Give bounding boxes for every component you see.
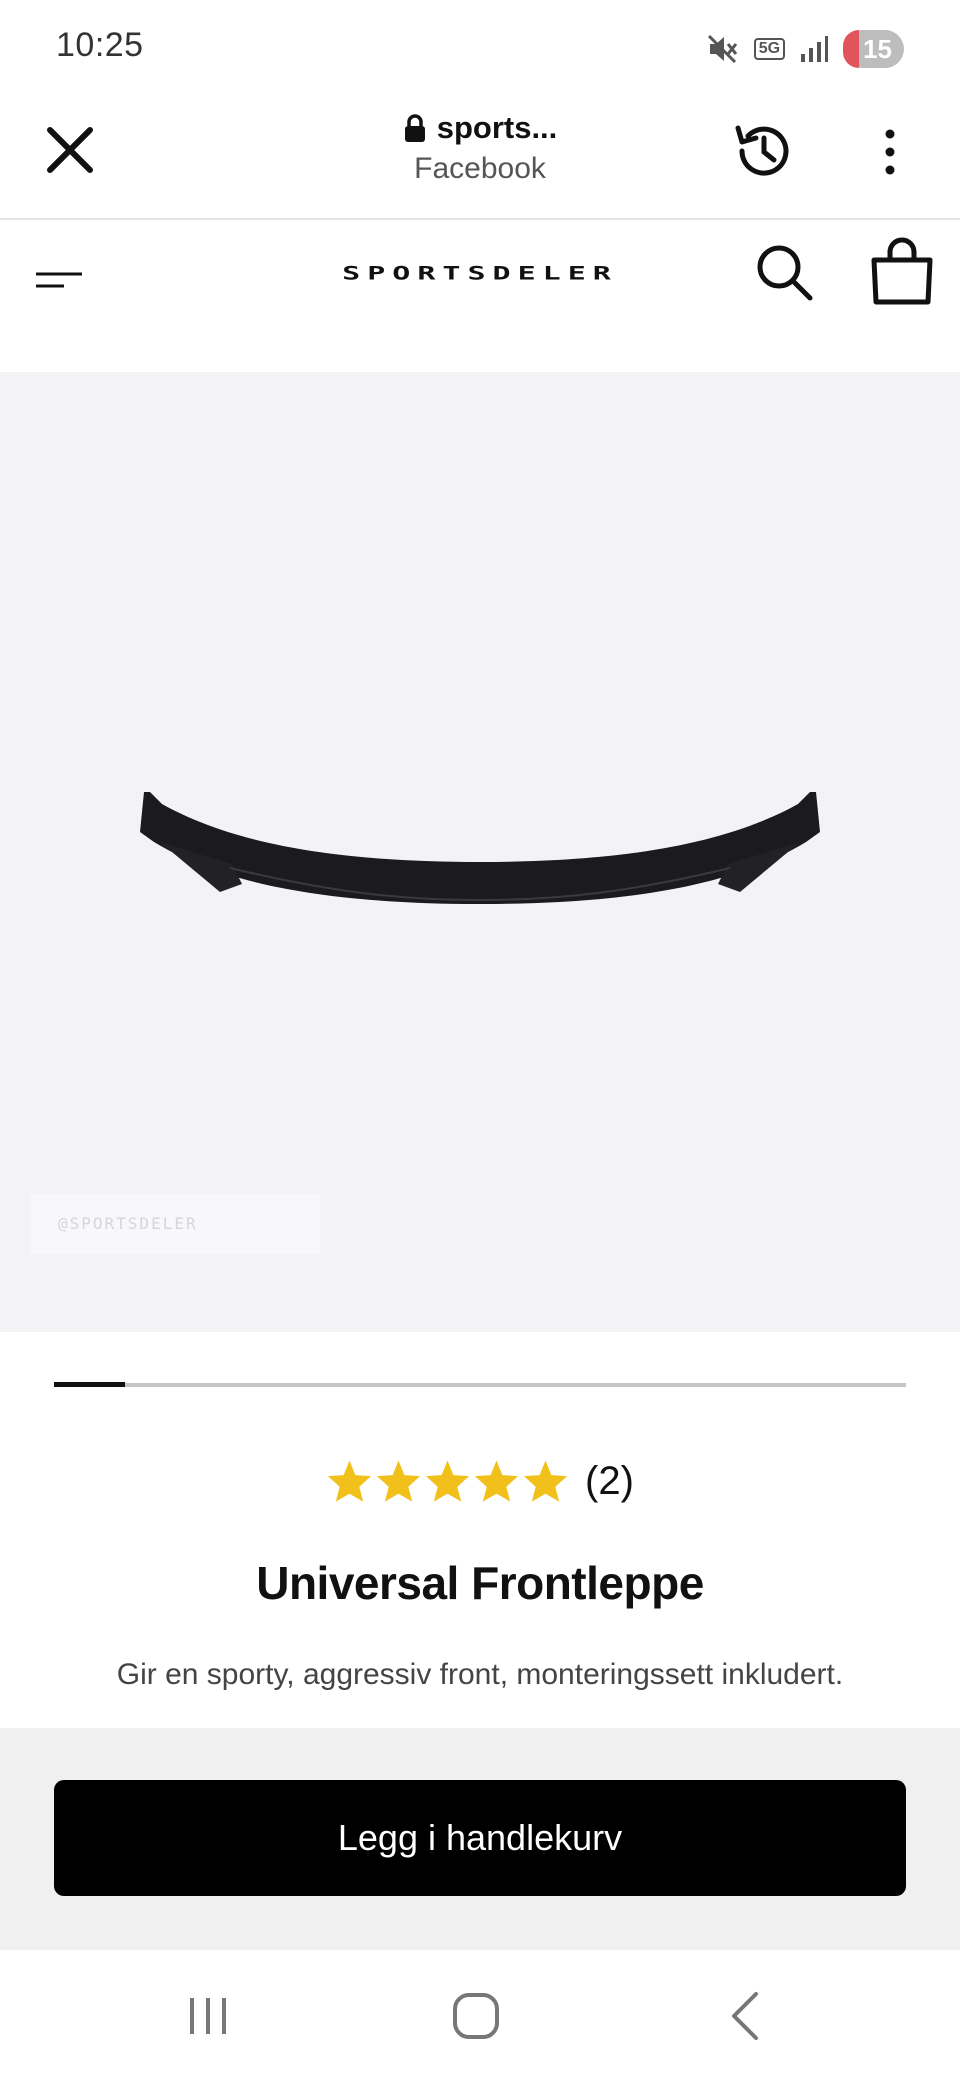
star-icon [328,1460,372,1502]
front-lip-image [140,792,820,904]
network-5g-icon: 5G [753,38,786,60]
status-time: 10:25 [56,26,144,64]
stars [326,1458,569,1504]
shopping-bag-icon[interactable] [866,236,938,308]
battery-icon: 15 [843,30,904,68]
close-icon[interactable] [40,120,100,180]
gallery-progress [54,1382,906,1387]
watermark-text: @SPORTSDELER [58,1214,198,1233]
menu-icon[interactable] [34,260,86,300]
product-image[interactable]: @SPORTSDELER [0,372,960,1332]
add-to-cart-bar: Legg i handlekurv [0,1728,960,1950]
signal-icon [801,36,829,62]
url-source: Facebook [414,152,546,185]
url-text: sports... [436,110,558,145]
home-icon[interactable] [446,1986,506,2046]
system-navigation-bar [0,1950,960,2080]
history-icon[interactable] [728,116,798,186]
battery-level: 15 [863,33,892,64]
star-icon [524,1460,568,1502]
gallery-progress-fill [54,1382,125,1387]
site-header: SPORTSDELER [0,220,960,370]
status-bar: 10:25 5G 15 [0,0,960,100]
mute-icon [707,34,737,64]
search-icon[interactable] [752,240,816,304]
star-icon [426,1460,470,1502]
star-icon [475,1460,519,1502]
recent-apps-icon[interactable] [178,1986,238,2046]
star-icon [377,1460,421,1502]
watermark: @SPORTSDELER [30,1194,320,1254]
status-icons: 5G 15 [706,30,904,68]
add-to-cart-button[interactable]: Legg i handlekurv [54,1780,906,1896]
site-logo[interactable]: SPORTSDELER [260,263,700,285]
more-vertical-icon[interactable] [872,124,908,180]
review-count: (2) [585,1458,634,1503]
network-label: 5G [758,40,781,57]
rating[interactable]: (2) [0,1458,960,1504]
product-title: Universal Frontleppe [256,1557,704,1609]
url-display[interactable]: sports... Facebook [300,110,660,186]
product-description: Gir en sporty, aggressiv front, monterin… [116,1658,844,1691]
lock-icon [404,114,425,142]
back-icon[interactable] [716,1986,776,2046]
browser-toolbar: sports... Facebook [0,100,960,220]
